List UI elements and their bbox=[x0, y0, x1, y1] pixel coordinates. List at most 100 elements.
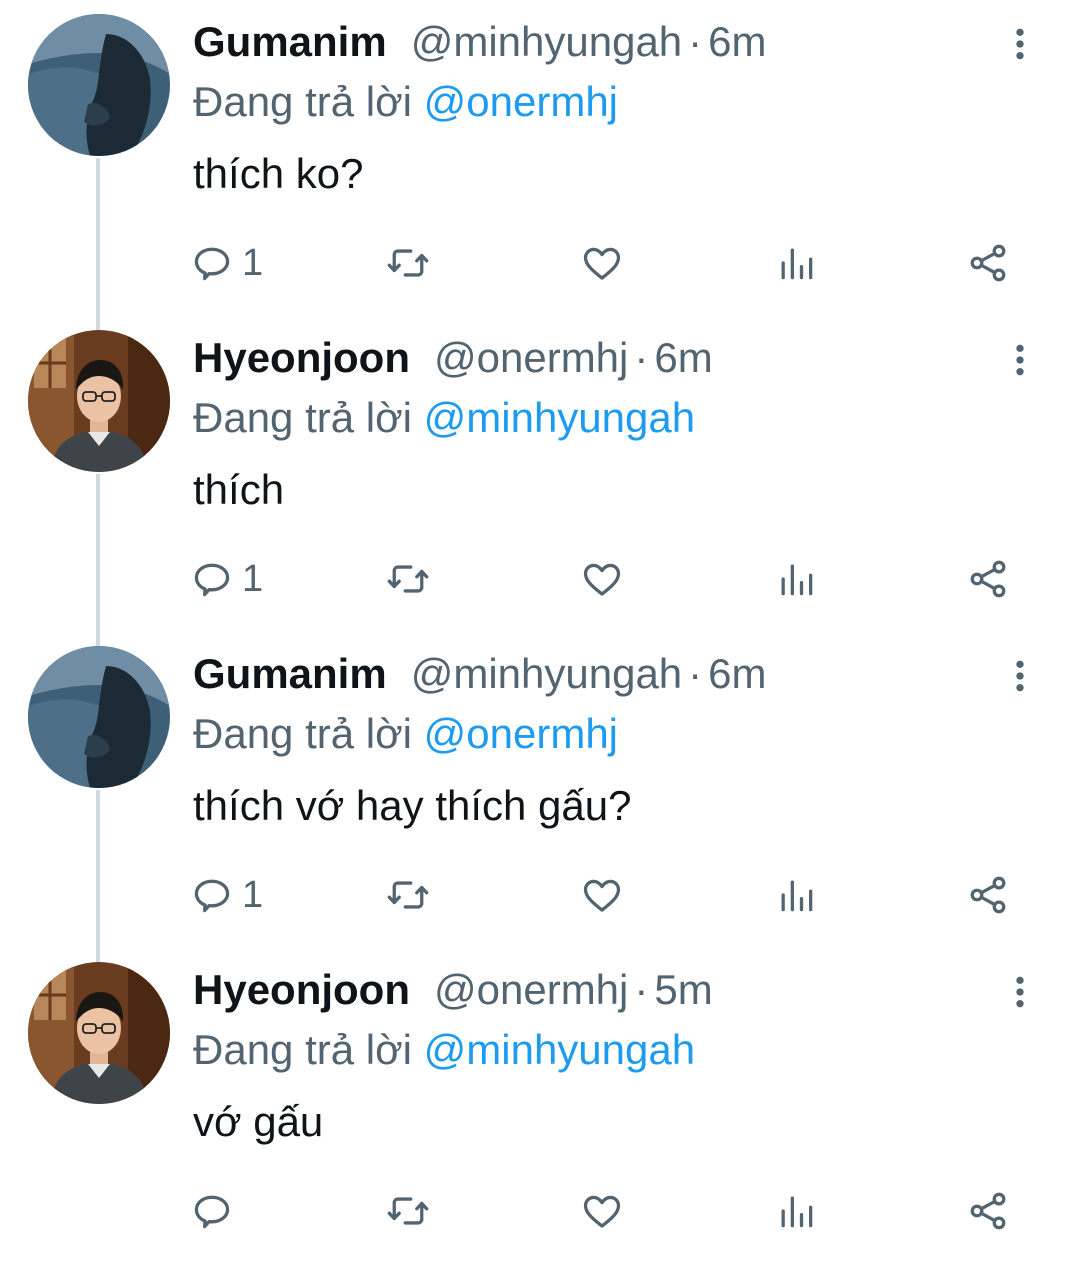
heart-icon bbox=[580, 873, 624, 917]
tweet-header: Hyeonjoon @onermhj · 6m bbox=[193, 334, 713, 386]
separator-dot: · bbox=[688, 18, 703, 65]
reply-icon bbox=[190, 241, 234, 285]
views-button[interactable] bbox=[774, 1186, 818, 1236]
reply-button[interactable]: 1 bbox=[190, 238, 263, 288]
display-name[interactable]: Gumanim bbox=[193, 18, 387, 65]
tweet-header: Hyeonjoon @onermhj · 5m bbox=[193, 966, 713, 1018]
avatar[interactable] bbox=[28, 330, 170, 472]
avatar[interactable] bbox=[28, 14, 170, 156]
replying-label: Đang trả lời bbox=[193, 78, 412, 125]
timestamp[interactable]: 6m bbox=[708, 18, 766, 65]
display-name[interactable]: Gumanim bbox=[193, 650, 387, 697]
replying-label: Đang trả lời bbox=[193, 710, 412, 757]
mention-link[interactable]: @onermhj bbox=[424, 710, 618, 757]
user-handle[interactable]: @onermhj bbox=[434, 334, 628, 381]
more-options-button[interactable] bbox=[1000, 972, 1040, 1012]
user-handle[interactable]: @minhyungah bbox=[411, 650, 682, 697]
dark-blue-silhouette-avatar-icon bbox=[28, 646, 170, 788]
share-button[interactable] bbox=[966, 870, 1010, 920]
share-button[interactable] bbox=[966, 238, 1010, 288]
share-icon bbox=[966, 557, 1010, 601]
retweet-button[interactable] bbox=[386, 238, 430, 288]
reply-count: 1 bbox=[242, 873, 264, 916]
user-handle[interactable]: @onermhj bbox=[434, 966, 628, 1013]
bar-chart-icon bbox=[774, 873, 818, 917]
tweet-actions: 1 bbox=[0, 554, 1080, 604]
person-with-glasses-avatar-icon bbox=[28, 330, 170, 472]
like-button[interactable] bbox=[580, 1186, 624, 1236]
reply-icon bbox=[190, 1189, 234, 1233]
tweet-actions bbox=[0, 1186, 1080, 1236]
display-name[interactable]: Hyeonjoon bbox=[193, 334, 410, 381]
more-options-button[interactable] bbox=[1000, 340, 1040, 380]
reply-button[interactable]: 1 bbox=[190, 870, 263, 920]
share-button[interactable] bbox=[966, 1186, 1010, 1236]
like-button[interactable] bbox=[580, 870, 624, 920]
mention-link[interactable]: @minhyungah bbox=[424, 1026, 695, 1073]
like-button[interactable] bbox=[580, 238, 624, 288]
tweet-text: thích bbox=[193, 466, 285, 513]
separator-dot: · bbox=[634, 966, 649, 1013]
retweet-icon bbox=[386, 1189, 430, 1233]
timestamp[interactable]: 6m bbox=[654, 334, 712, 381]
avatar[interactable] bbox=[28, 646, 170, 788]
tweet[interactable]: Hyeonjoon @onermhj · 5m Đang trả lời @minhy… bbox=[0, 948, 1080, 1264]
tweet-header: Gumanim @minhyungah · 6m bbox=[193, 18, 767, 70]
heart-icon bbox=[580, 1189, 624, 1233]
replying-to: Đang trả lời @onermhj bbox=[193, 710, 618, 758]
timestamp[interactable]: 5m bbox=[654, 966, 712, 1013]
tweet[interactable]: Gumanim @minhyungah · 6m Đang trả lời @oner… bbox=[0, 0, 1080, 338]
heart-icon bbox=[580, 241, 624, 285]
more-vertical-icon bbox=[1000, 656, 1040, 696]
retweet-button[interactable] bbox=[386, 870, 430, 920]
share-button[interactable] bbox=[966, 554, 1010, 604]
timestamp[interactable]: 6m bbox=[708, 650, 766, 697]
mention-link[interactable]: @onermhj bbox=[424, 78, 618, 125]
bar-chart-icon bbox=[774, 1189, 818, 1233]
tweet[interactable]: Hyeonjoon @onermhj · 6m Đang trả lời @minhy… bbox=[0, 316, 1080, 654]
separator-dot: · bbox=[634, 334, 649, 381]
avatar[interactable] bbox=[28, 962, 170, 1104]
retweet-icon bbox=[386, 241, 430, 285]
more-vertical-icon bbox=[1000, 340, 1040, 380]
reply-button[interactable]: 1 bbox=[190, 554, 263, 604]
share-icon bbox=[966, 1189, 1010, 1233]
bar-chart-icon bbox=[774, 557, 818, 601]
retweet-button[interactable] bbox=[386, 554, 430, 604]
tweet-text: vớ gấu bbox=[193, 1098, 324, 1145]
tweet-thread: Gumanim @minhyungah · 6m Đang trả lời @oner… bbox=[0, 0, 1080, 1252]
display-name[interactable]: Hyeonjoon bbox=[193, 966, 410, 1013]
dark-blue-silhouette-avatar-icon bbox=[28, 14, 170, 156]
tweet-actions: 1 bbox=[0, 870, 1080, 920]
tweet-header: Gumanim @minhyungah · 6m bbox=[193, 650, 767, 702]
replying-to: Đang trả lời @onermhj bbox=[193, 78, 618, 126]
more-options-button[interactable] bbox=[1000, 24, 1040, 64]
views-button[interactable] bbox=[774, 554, 818, 604]
more-vertical-icon bbox=[1000, 24, 1040, 64]
tweet-actions: 1 bbox=[0, 238, 1080, 288]
reply-count: 1 bbox=[242, 241, 264, 284]
reply-icon bbox=[190, 557, 234, 601]
tweet[interactable]: Gumanim @minhyungah · 6m Đang trả lời @oner… bbox=[0, 632, 1080, 970]
user-handle[interactable]: @minhyungah bbox=[411, 18, 682, 65]
retweet-icon bbox=[386, 557, 430, 601]
more-options-button[interactable] bbox=[1000, 656, 1040, 696]
retweet-icon bbox=[386, 873, 430, 917]
reply-count: 1 bbox=[242, 557, 264, 600]
retweet-button[interactable] bbox=[386, 1186, 430, 1236]
like-button[interactable] bbox=[580, 554, 624, 604]
reply-button[interactable] bbox=[190, 1186, 242, 1236]
reply-icon bbox=[190, 873, 234, 917]
separator-dot: · bbox=[688, 650, 703, 697]
views-button[interactable] bbox=[774, 870, 818, 920]
more-vertical-icon bbox=[1000, 972, 1040, 1012]
person-with-glasses-avatar-icon bbox=[28, 962, 170, 1104]
replying-to: Đang trả lời @minhyungah bbox=[193, 394, 695, 442]
replying-to: Đang trả lời @minhyungah bbox=[193, 1026, 695, 1074]
views-button[interactable] bbox=[774, 238, 818, 288]
bar-chart-icon bbox=[774, 241, 818, 285]
share-icon bbox=[966, 873, 1010, 917]
mention-link[interactable]: @minhyungah bbox=[424, 394, 695, 441]
replying-label: Đang trả lời bbox=[193, 394, 412, 441]
heart-icon bbox=[580, 557, 624, 601]
